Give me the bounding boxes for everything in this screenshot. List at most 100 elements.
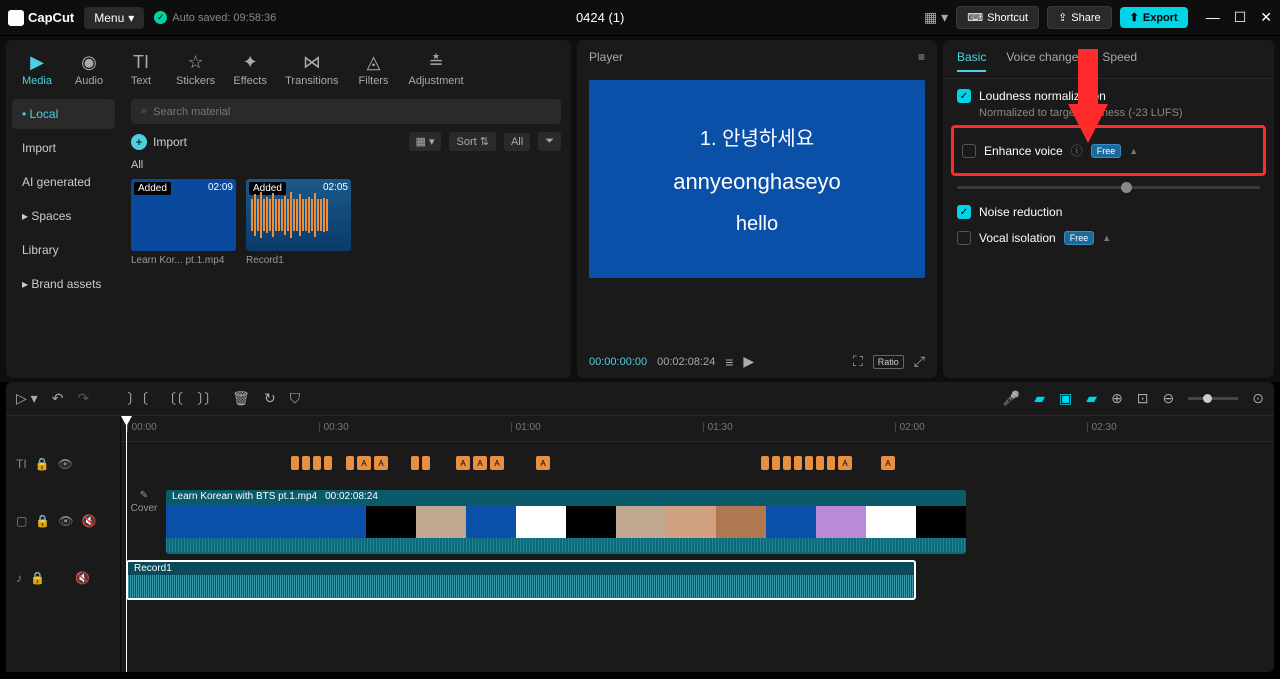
loudness-row[interactable]: ✓ Loudness normalization	[957, 89, 1260, 103]
layout-icon[interactable]: ▦ ▾	[924, 9, 948, 26]
tab-adjustment[interactable]: ≛Adjustment	[401, 48, 472, 91]
delete-tool[interactable]: 🗑	[232, 390, 250, 407]
magnet-left-icon[interactable]: ▰	[1034, 390, 1045, 407]
free-badge: Free	[1064, 231, 1095, 245]
track-labels: TI 🔒 👁 ▢ 🔒 👁 🔇 ♪ 🔒 🔇	[6, 416, 121, 672]
timeline-tracks[interactable]: 00:00 00:30 01:00 01:30 02:00 02:30 AA A…	[121, 416, 1274, 672]
chevron-up-icon[interactable]: ▲	[1102, 233, 1111, 243]
media-item[interactable]: Added 02:09 Learn Kor... pt.1.mp4	[131, 179, 236, 266]
audio-track[interactable]: Record1	[121, 556, 1274, 606]
tab-filters[interactable]: ◬Filters	[349, 48, 399, 91]
video-clip[interactable]: Learn Korean with BTS pt.1.mp4 00:02:08:…	[166, 490, 966, 554]
sidebar-item-import[interactable]: Import	[12, 133, 115, 163]
list-icon[interactable]: ≡	[725, 354, 733, 370]
eye-icon[interactable]: 👁	[58, 514, 73, 528]
ruler-tick: 02:30	[1086, 422, 1117, 433]
loudness-checkbox[interactable]: ✓	[957, 89, 971, 103]
tab-stickers[interactable]: ☆Stickers	[168, 48, 223, 91]
tab-speed[interactable]: Speed	[1102, 50, 1137, 72]
tab-text[interactable]: TIText	[116, 48, 166, 91]
close-button[interactable]: ✕	[1260, 9, 1272, 26]
sidebar-item-library[interactable]: Library	[12, 235, 115, 265]
lock-icon[interactable]: 🔒	[35, 514, 50, 528]
tab-voice-changer[interactable]: Voice changer	[1006, 50, 1082, 72]
timeline-ruler[interactable]: 00:00 00:30 01:00 01:30 02:00 02:30	[121, 416, 1274, 442]
project-title[interactable]: 0424 (1)	[286, 10, 914, 25]
timeline-toolbar: ▷ ▾ ↶ ↷ 〕〔 〔〔 〕〕 🗑 ↻ ⛉ 🎤 ▰ ▣ ▰ ⊕ ⊡ ⊖ ⊙	[6, 382, 1274, 416]
inspector-tabs: Basic Voice changer Speed	[943, 40, 1274, 79]
player-title: Player	[589, 50, 623, 64]
mic-button[interactable]: 🎤	[1003, 390, 1020, 407]
lock-icon[interactable]: 🔒	[30, 571, 45, 585]
text-icon: TI	[16, 457, 27, 471]
undo-button[interactable]: ↶	[52, 390, 64, 407]
video-preview[interactable]: 1. 안녕하세요 annyeonghaseyo hello	[589, 80, 925, 278]
enhance-voice-row[interactable]: Enhance voice ⓘ Free ▲	[962, 142, 1255, 159]
noise-reduction-row[interactable]: ✓ Noise reduction	[957, 205, 1260, 219]
video-track[interactable]: Learn Korean with BTS pt.1.mp4 00:02:08:…	[121, 486, 1274, 556]
redo-button[interactable]: ↷	[77, 390, 89, 407]
magnet-center-icon[interactable]: ▣	[1059, 390, 1072, 407]
noise-checkbox[interactable]: ✓	[957, 205, 971, 219]
fullscreen-icon[interactable]: ⤢	[914, 353, 925, 370]
reverse-tool[interactable]: ↻	[264, 390, 276, 407]
eye-icon[interactable]: 👁	[58, 457, 73, 471]
search-input[interactable]: ⌕ Search material	[131, 99, 561, 124]
sidebar-item-ai[interactable]: AI generated	[12, 167, 115, 197]
vocal-checkbox[interactable]	[957, 231, 971, 245]
enhance-slider[interactable]	[957, 182, 1260, 193]
tab-transitions[interactable]: ⋈Transitions	[277, 48, 346, 91]
share-button[interactable]: ⇪ Share	[1047, 6, 1112, 29]
audio-track-label: ♪ 🔒 🔇	[6, 556, 120, 600]
snap-icon[interactable]: ⊡	[1137, 390, 1149, 407]
tab-effects[interactable]: ✦Effects	[225, 48, 275, 91]
magnet-right-icon[interactable]: ▰	[1086, 390, 1097, 407]
sort-button[interactable]: Sort ⇅	[449, 132, 495, 151]
mute-icon[interactable]: 🔇	[82, 514, 97, 528]
split-tool[interactable]: 〕〔	[127, 389, 148, 409]
inspector-panel: Basic Voice changer Speed ✓ Loudness nor…	[943, 40, 1274, 378]
crop-icon[interactable]: ⛶	[853, 353, 863, 370]
tab-basic[interactable]: Basic	[957, 50, 986, 72]
zoom-slider[interactable]	[1188, 397, 1238, 400]
media-item[interactable]: Added 02:05 Record1	[246, 179, 351, 266]
shield-tool[interactable]: ⛉	[290, 390, 301, 407]
audio-clip-name: Record1	[128, 562, 914, 575]
shortcut-button[interactable]: ⌨ Shortcut	[956, 6, 1039, 29]
clip-waveform	[166, 538, 966, 552]
audio-clip[interactable]: Record1	[126, 560, 916, 600]
filter-icon[interactable]: ⏷	[538, 132, 561, 151]
tab-media[interactable]: ▶Media	[12, 48, 62, 91]
select-tool[interactable]: ▷ ▾	[16, 390, 38, 407]
tab-audio[interactable]: ◉Audio	[64, 48, 114, 91]
maximize-button[interactable]: ☐	[1234, 9, 1247, 26]
sidebar-item-spaces[interactable]: ▸ Spaces	[12, 201, 115, 231]
chevron-up-icon[interactable]: ▲	[1129, 146, 1138, 156]
minimize-button[interactable]: —	[1206, 9, 1220, 26]
play-button[interactable]: ▶	[743, 353, 754, 370]
duration-label: 02:09	[208, 182, 233, 193]
link-icon[interactable]: ⊕	[1111, 390, 1123, 407]
lock-icon[interactable]: 🔒	[35, 457, 50, 471]
vocal-isolation-row[interactable]: Vocal isolation Free ▲	[957, 231, 1260, 245]
sidebar-item-local[interactable]: • Local	[12, 99, 115, 129]
zoom-fit-icon[interactable]: ⊙	[1252, 390, 1264, 407]
split-right-tool[interactable]: 〕〕	[197, 389, 218, 409]
sidebar-item-brand[interactable]: ▸ Brand assets	[12, 269, 115, 299]
split-left-tool[interactable]: 〔〔	[162, 389, 183, 409]
preview-text-3: hello	[736, 213, 778, 236]
import-button[interactable]: + Import	[131, 134, 187, 150]
zoom-out-icon[interactable]: ⊖	[1163, 390, 1175, 407]
menu-button[interactable]: Menu▾	[84, 7, 144, 29]
media-panel: ▶Media ◉Audio TIText ☆Stickers ✦Effects …	[6, 40, 571, 378]
all-filter-button[interactable]: All	[504, 133, 530, 151]
grid-view-button[interactable]: ▦ ▾	[409, 132, 442, 151]
export-button[interactable]: ⬆ Export	[1120, 7, 1188, 28]
player-menu-icon[interactable]: ≡	[918, 50, 925, 64]
ratio-button[interactable]: Ratio	[873, 355, 904, 369]
enhance-checkbox[interactable]	[962, 144, 976, 158]
info-icon[interactable]: ⓘ	[1071, 142, 1083, 159]
text-track[interactable]: AA AAA A A A	[121, 442, 1274, 486]
playhead[interactable]	[126, 416, 127, 672]
mute-icon[interactable]: 🔇	[75, 571, 90, 585]
